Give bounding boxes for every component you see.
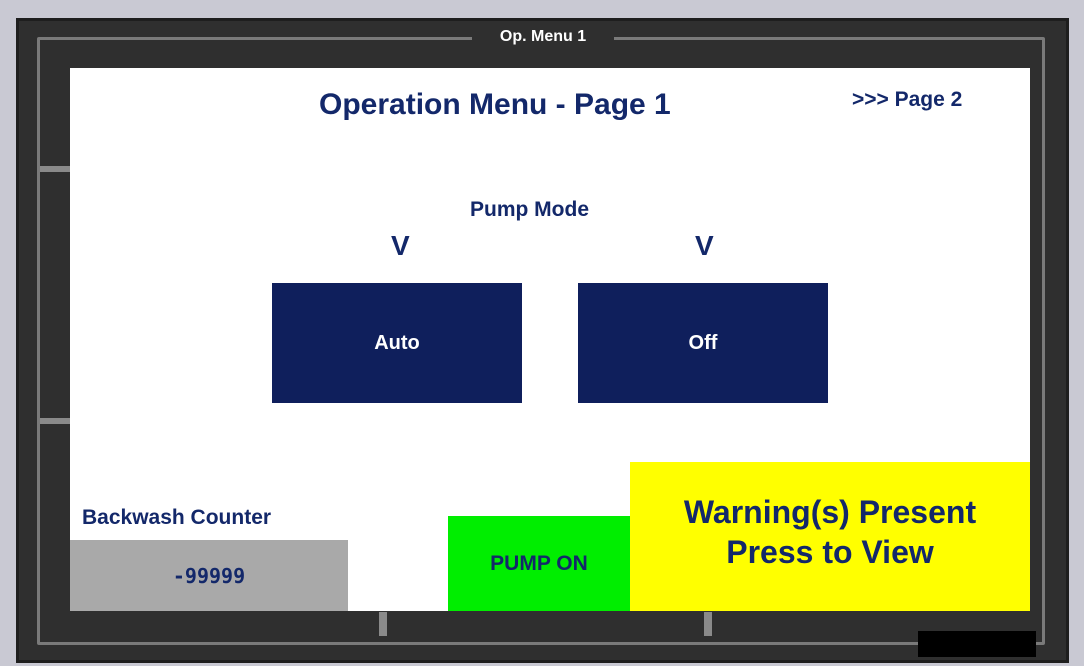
auto-button[interactable]: Auto xyxy=(272,283,522,403)
warning-line-2: Press to View xyxy=(726,534,934,570)
bezel-tick-left-upper xyxy=(40,166,70,172)
hmi-screen: Operation Menu - Page 1 >>> Page 2 Pump … xyxy=(70,68,1030,611)
page-title: Operation Menu - Page 1 xyxy=(319,88,671,121)
warning-button[interactable]: Warning(s) Present Press to View xyxy=(630,462,1030,611)
warning-line-1: Warning(s) Present xyxy=(683,494,977,530)
backwash-counter-value: -99999 xyxy=(70,540,348,611)
bezel-tick-left-lower xyxy=(40,418,70,424)
pump-status-indicator: PUMP ON xyxy=(448,516,630,611)
hmi-window: { "window": { "title": "Op. Menu 1" }, "… xyxy=(0,0,1084,666)
off-selected-indicator: V xyxy=(695,230,714,261)
backwash-counter-label: Backwash Counter xyxy=(82,506,272,529)
status-indicator-block xyxy=(918,631,1036,657)
auto-selected-indicator: V xyxy=(391,230,410,261)
off-button[interactable]: Off xyxy=(578,283,828,403)
window-title: Op. Menu 1 xyxy=(472,23,614,51)
next-page-link[interactable]: >>> Page 2 xyxy=(852,88,962,112)
bezel-tick-bottom-right xyxy=(704,612,712,636)
bezel-tick-bottom-left xyxy=(379,612,387,636)
pump-mode-label: Pump Mode xyxy=(470,198,589,221)
